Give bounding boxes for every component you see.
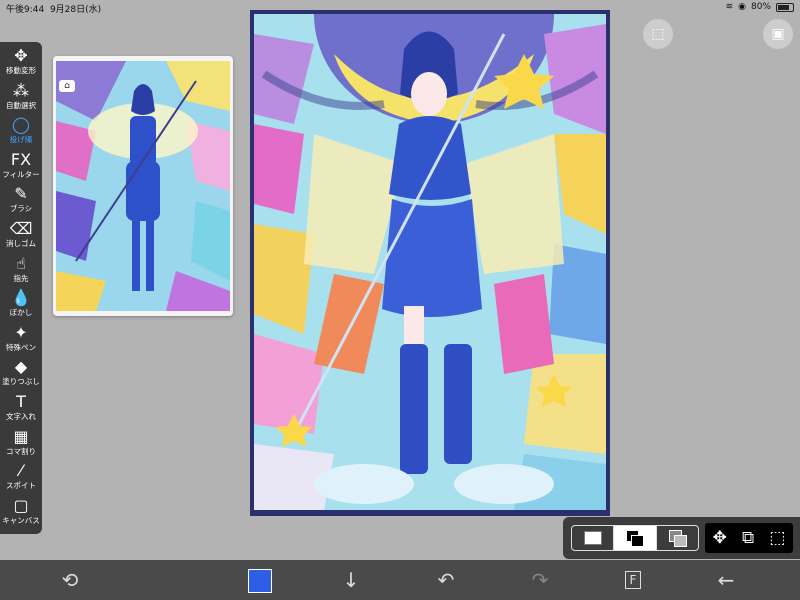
drawing-canvas[interactable] [250,10,610,516]
layer-icon: F [625,571,641,589]
tool-text[interactable]: T 文字入れ [0,392,42,426]
back-button[interactable]: ← [706,560,746,600]
tool-eyedropper[interactable]: ⁄ スポイト [0,461,42,495]
tool-move[interactable]: ✥ 移動変形 [0,46,42,80]
tool-auto-select[interactable]: ⁂ 自動選択 [0,81,42,115]
tool-label: ブラシ [9,204,33,214]
tool-frame[interactable]: ▦ コマ割り [0,427,42,461]
overlap-square-icon-2 [631,535,645,547]
color-picker-button[interactable] [248,569,272,593]
move-icon: ✥ [14,46,28,65]
tool-label: スポイト [6,481,36,491]
snapshot-camera-icon[interactable]: ⌂ [59,80,75,92]
tool-eraser[interactable]: ⌫ 消しゴム [0,219,42,253]
bottom-toolbar: ⟲ ↓ ↶ ↷ F ← [0,560,800,600]
dashed-selection-icon: ⬚ [651,26,665,42]
tool-label: フィルター [2,169,40,179]
redo-icon: ↷ [531,568,549,592]
layers-button[interactable]: F [613,560,653,600]
rotate-canvas-button[interactable]: ⟲ [50,560,90,600]
tool-special-pen[interactable]: ✦ 特殊ペン [0,323,42,357]
tool-label: 投げ縄 [9,135,33,145]
image-gallery-icon: ▣ [771,26,785,42]
move-selection-icon[interactable]: ✥ [713,528,727,548]
battery-percent: 80% [750,2,771,12]
fx-icon: FX [10,149,32,169]
selection-mode-segment [571,525,699,551]
eraser-icon: ⌫ [9,219,33,238]
rotate-icon: ⟲ [61,568,79,592]
tool-label: ぼかし [9,308,33,318]
undo-button[interactable]: ↶ [426,560,466,600]
tool-brush[interactable]: ✎ ブラシ [0,184,42,218]
selection-toggle-button[interactable]: ⬚ [643,19,673,49]
special-pen-icon: ✦ [14,322,28,342]
tool-smudge[interactable]: ☝ 指先 [0,254,42,288]
mode-new-selection[interactable] [572,526,615,550]
redo-button[interactable]: ↷ [520,560,560,600]
tool-label: 自動選択 [6,100,36,110]
tool-label: 移動変形 [6,66,36,75]
status-date: 9月28日(水) [49,5,102,15]
fill-icon: ◆ [14,357,28,377]
single-square-icon [584,531,602,545]
transform-selection-icon[interactable]: ⧉ [742,528,754,548]
brush-icon: ✎ [14,184,28,204]
tool-label: 塗りつぶし [2,377,40,387]
frame-divider-icon: ▦ [13,426,29,446]
tool-label: 指先 [13,273,29,283]
tool-blur[interactable]: 💧 ぼかし [0,288,42,322]
tool-filter[interactable]: FX フィルター [0,150,42,184]
tool-label: コマ割り [6,446,36,456]
undo-icon: ↶ [437,568,455,592]
download-button[interactable]: ↓ [331,560,371,600]
battery-icon [776,2,794,12]
tool-label: 消しゴム [6,239,36,248]
lasso-icon: ◯ [12,115,30,135]
orientation-lock-icon: ◉ [738,2,746,12]
back-arrow-icon: ← [717,568,735,592]
selection-panel: ✥ ⧉ ⬚ [563,517,800,559]
tool-fill[interactable]: ◆ 塗りつぶし [0,357,42,391]
clear-selection-icon[interactable]: ⬚ [769,528,785,548]
selection-tools: ✥ ⧉ ⬚ [705,523,793,553]
battery-fill [778,4,789,10]
wifi-icon: ≋ [725,2,734,12]
text-icon: T [16,392,26,411]
gallery-button[interactable]: ▣ [763,19,793,49]
finger-icon: ☝ [16,253,26,273]
subtract-square-icon-2 [673,535,687,547]
status-time: 午後9:44 [6,5,45,15]
canvas-icon: ▢ [13,495,29,515]
tool-label: 特殊ペン [6,342,36,352]
tool-label: 文字入れ [6,412,36,421]
tool-lasso[interactable]: ◯ 投げ縄 [0,115,42,149]
tool-canvas[interactable]: ▢ キャンバス [0,496,42,530]
mode-add-selection[interactable] [614,526,657,550]
mode-subtract-selection[interactable] [657,526,698,550]
down-arrow-icon: ↓ [342,568,360,592]
blur-drop-icon: 💧 [11,288,31,308]
status-time-date: 午後9:44 9月28日(水) [6,2,101,15]
eyedropper-icon: ⁄ [19,461,23,481]
navigator-preview[interactable]: ⌂ [53,56,233,316]
tool-palette: ✥ 移動変形 ⁂ 自動選択 ◯ 投げ縄 FX フィルター ✎ ブラシ ⌫ 消しゴム ☝ 指先 💧 ぼかし ✦ 特殊… [0,42,42,534]
magic-wand-icon: ⁂ [13,80,29,100]
tool-label: キャンバス [2,515,40,525]
status-right: ≋ ◉ 80% [726,2,794,12]
preview-artwork [56,61,230,311]
canvas-artwork [254,14,606,510]
